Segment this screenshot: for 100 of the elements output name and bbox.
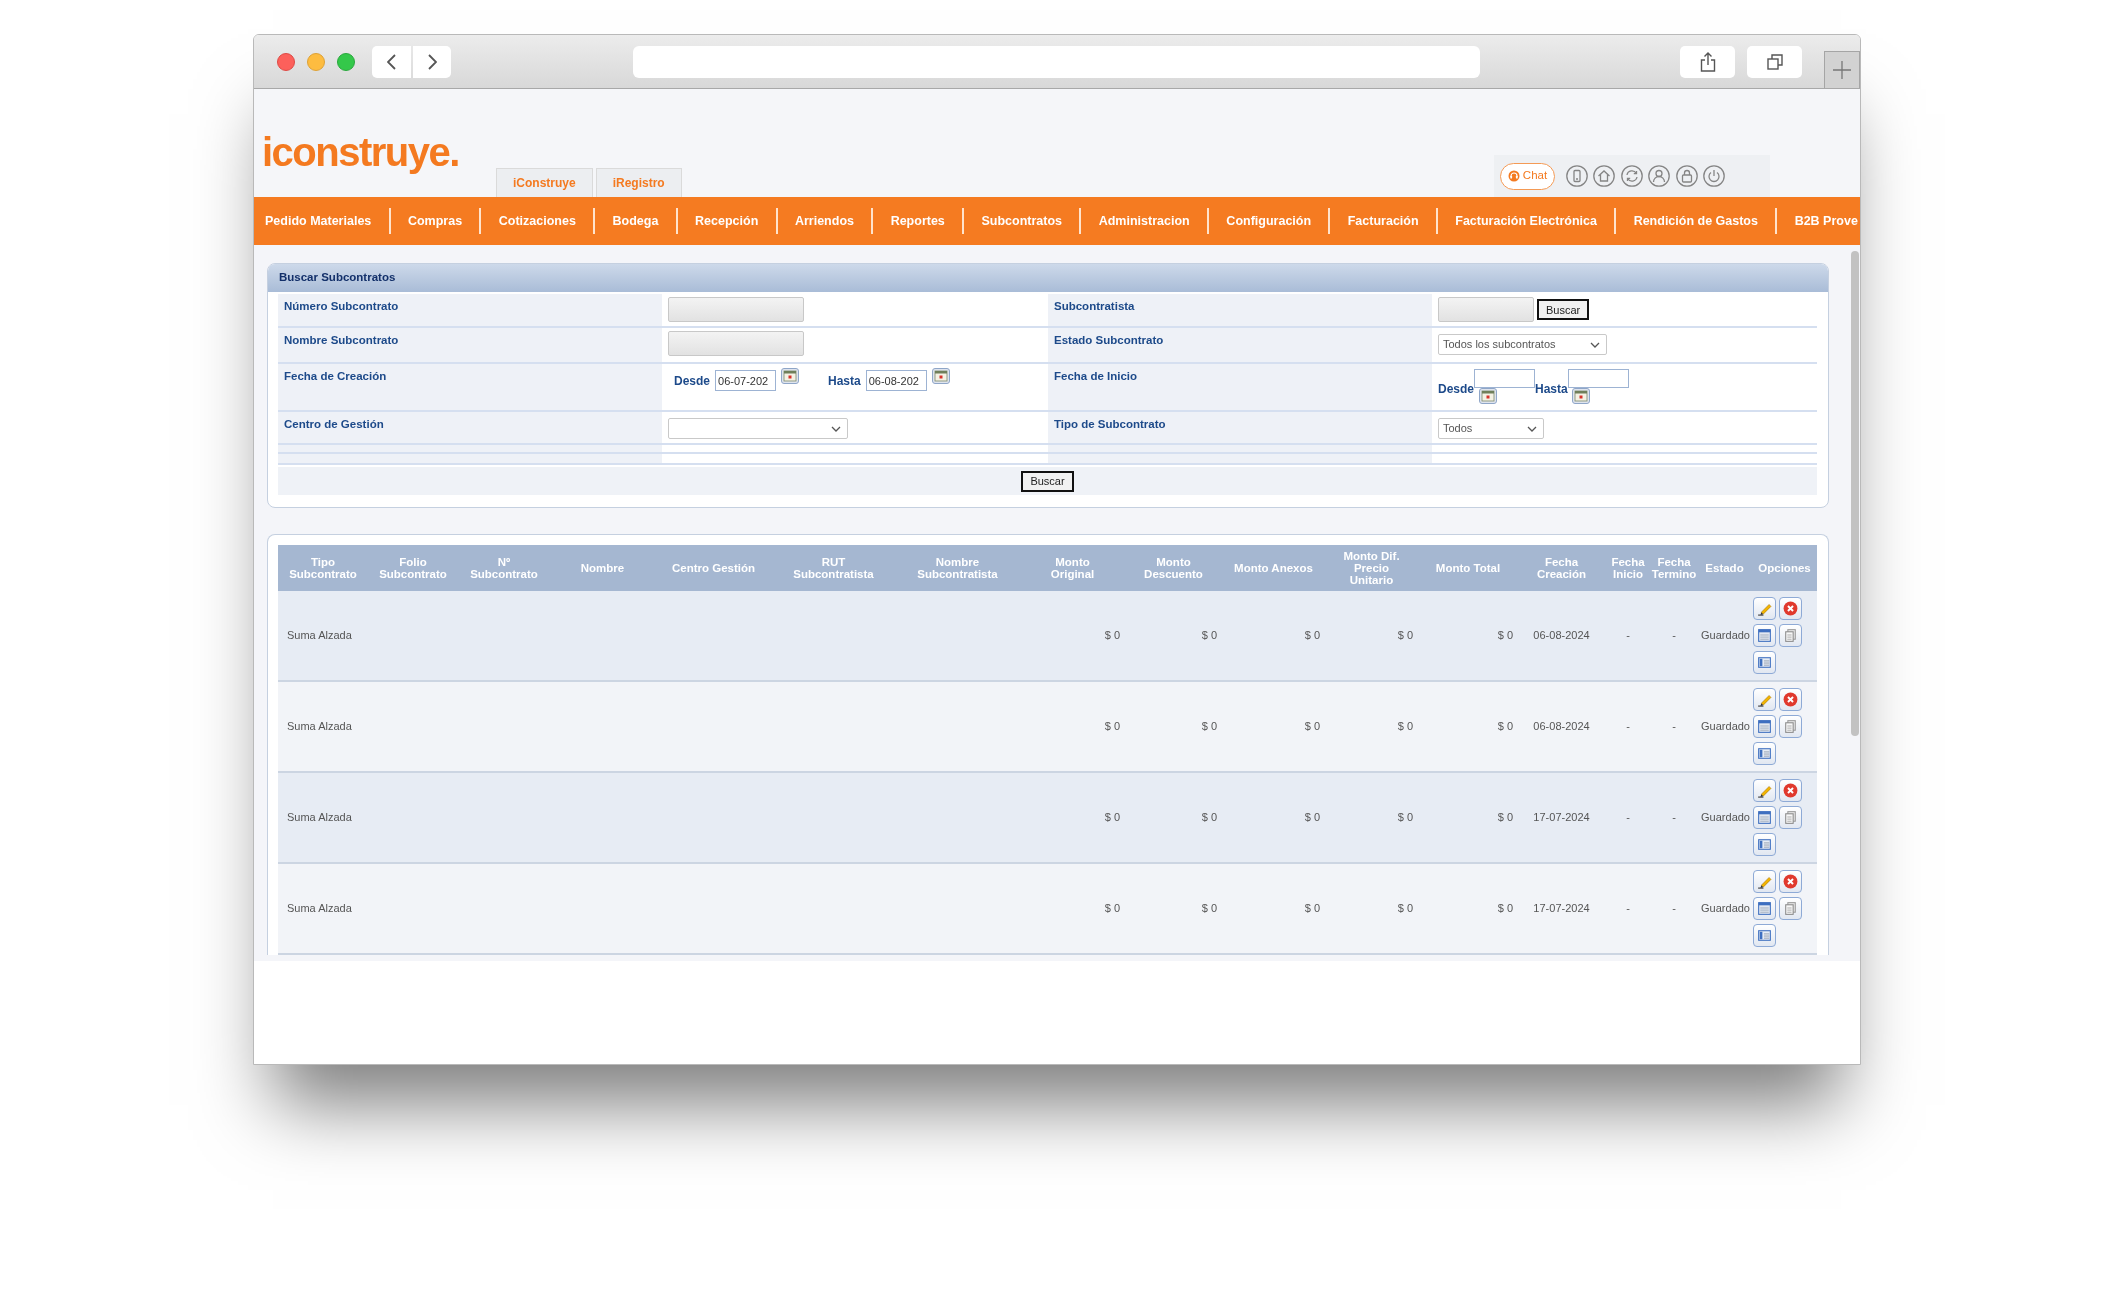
chevron-left-icon xyxy=(387,53,396,70)
chevron-down-icon xyxy=(1590,341,1600,348)
date-input[interactable]: 06-08-202 xyxy=(865,370,927,391)
text-input[interactable] xyxy=(1438,297,1534,322)
dropdown[interactable]: Todos xyxy=(1438,418,1544,439)
menu-item[interactable]: Facturación Electrónica xyxy=(1455,211,1597,231)
table-cell-text: $ 0 xyxy=(1497,628,1513,644)
calendar-icon[interactable] xyxy=(781,368,800,384)
column-header: Centro Gestión xyxy=(671,562,756,574)
column-header: Monto Dif. Precio Unitario xyxy=(1342,550,1401,586)
table-cell-text: Guardado xyxy=(1701,628,1750,644)
table-cell-text: $ 0 xyxy=(1201,810,1217,826)
app-tab[interactable]: iRegistro xyxy=(595,168,682,197)
field-label: Nombre Subcontrato xyxy=(278,328,662,364)
table-cell-text: Guardado xyxy=(1701,719,1750,735)
panel-header: Buscar Subcontratos xyxy=(268,264,1828,292)
share-button[interactable] xyxy=(1680,45,1735,78)
menu-item[interactable]: Facturación xyxy=(1347,211,1419,231)
headset-icon xyxy=(1507,170,1520,182)
menu-item[interactable]: Compras xyxy=(407,211,463,231)
home-icon[interactable] xyxy=(1593,165,1616,187)
menu-item[interactable]: Configuración xyxy=(1226,211,1312,231)
tabs-button[interactable] xyxy=(1747,45,1802,78)
window-maximize-icon[interactable] xyxy=(337,52,355,71)
chevron-right-icon xyxy=(427,53,437,70)
column-header: Monto Total xyxy=(1435,562,1501,574)
calendar-icon[interactable] xyxy=(1571,388,1590,404)
table-icon[interactable] xyxy=(1753,897,1776,920)
new-tab-button[interactable] xyxy=(1824,51,1860,88)
menu-item[interactable]: Arriendos xyxy=(794,211,854,231)
pencil-icon[interactable] xyxy=(1753,779,1776,802)
text-input[interactable] xyxy=(668,297,804,322)
menu-item[interactable]: Cotizaciones xyxy=(498,211,576,231)
pencil-icon[interactable] xyxy=(1753,870,1776,893)
calendar-icon[interactable] xyxy=(931,368,950,384)
list-icon[interactable] xyxy=(1753,651,1776,674)
forward-button[interactable] xyxy=(413,45,451,78)
field-label: Fecha de Creación xyxy=(278,364,662,412)
list-icon[interactable] xyxy=(1753,924,1776,947)
window-minimize-icon[interactable] xyxy=(307,52,325,71)
column-header: Fecha Creación xyxy=(1535,556,1588,580)
table-icon[interactable] xyxy=(1753,806,1776,829)
sync-icon[interactable] xyxy=(1620,165,1643,187)
document-icon[interactable] xyxy=(1779,897,1802,920)
table-cell-text: 06-08-2024 xyxy=(1533,628,1590,644)
chat-button[interactable]: Chat xyxy=(1500,162,1555,190)
phone-icon[interactable] xyxy=(1566,165,1588,187)
document-icon[interactable] xyxy=(1779,715,1802,738)
date-input[interactable] xyxy=(1567,369,1629,388)
table-cell-text: $ 0 xyxy=(1104,901,1120,917)
text-input[interactable] xyxy=(668,331,804,356)
pencil-icon[interactable] xyxy=(1753,597,1776,620)
table-cell-text: Suma Alzada xyxy=(287,901,352,917)
plus-icon xyxy=(1833,61,1851,79)
column-header: Nombre xyxy=(580,562,625,574)
brand-logo[interactable]: iconstruye. xyxy=(262,130,459,174)
menu-item[interactable]: B2B Prove xyxy=(1794,211,1858,231)
calendar-icon[interactable] xyxy=(1479,388,1498,404)
menu-item[interactable]: Recepción xyxy=(695,211,759,231)
column-header: Tipo Subcontrato xyxy=(288,556,358,580)
menu-item[interactable]: Pedido Materiales xyxy=(265,211,372,231)
menu-item[interactable]: Administracion xyxy=(1098,211,1190,231)
list-icon[interactable] xyxy=(1753,742,1776,765)
chevron-down-icon xyxy=(831,425,841,432)
user-icon[interactable] xyxy=(1648,165,1671,187)
back-button[interactable] xyxy=(372,45,411,78)
table-cell-text: $ 0 xyxy=(1397,719,1413,735)
table-cell-text: $ 0 xyxy=(1304,719,1320,735)
search-button[interactable]: Buscar xyxy=(1021,470,1074,492)
search-button[interactable]: Buscar xyxy=(1537,299,1590,320)
column-header: Monto Original xyxy=(1049,556,1096,580)
document-icon[interactable] xyxy=(1779,806,1802,829)
dropdown[interactable]: Todos los subcontratos xyxy=(1438,334,1607,355)
table-cell-text: $ 0 xyxy=(1497,810,1513,826)
table-cell-text: $ 0 xyxy=(1201,628,1217,644)
lock-icon[interactable] xyxy=(1675,165,1698,187)
app-tab[interactable]: iConstruye xyxy=(496,168,593,197)
list-icon[interactable] xyxy=(1753,833,1776,856)
scrollbar-thumb[interactable] xyxy=(1851,251,1859,736)
range-label: Desde xyxy=(1438,382,1475,396)
date-input[interactable]: 06-07-202 xyxy=(715,370,777,391)
menu-item[interactable]: Reportes xyxy=(890,211,945,231)
column-header: RUT Subcontratista xyxy=(792,556,875,580)
document-icon[interactable] xyxy=(1779,624,1802,647)
table-icon[interactable] xyxy=(1753,624,1776,647)
power-icon[interactable] xyxy=(1702,165,1725,187)
address-field[interactable] xyxy=(633,45,1480,78)
menu-item[interactable]: Subcontratos xyxy=(981,211,1063,231)
window-close-icon[interactable] xyxy=(277,52,295,71)
date-input[interactable] xyxy=(1474,369,1536,388)
menu-item[interactable]: Bodega xyxy=(612,211,659,231)
table-icon[interactable] xyxy=(1753,715,1776,738)
pencil-icon[interactable] xyxy=(1753,688,1776,711)
table-cell-text: - xyxy=(1672,810,1676,826)
table-cell-text: - xyxy=(1626,901,1630,917)
table-cell-text: $ 0 xyxy=(1397,810,1413,826)
dropdown[interactable] xyxy=(668,418,848,439)
table-cell-text: - xyxy=(1626,719,1630,735)
menu-item[interactable]: Rendición de Gastos xyxy=(1633,211,1758,231)
column-header: Estado xyxy=(1705,562,1744,574)
